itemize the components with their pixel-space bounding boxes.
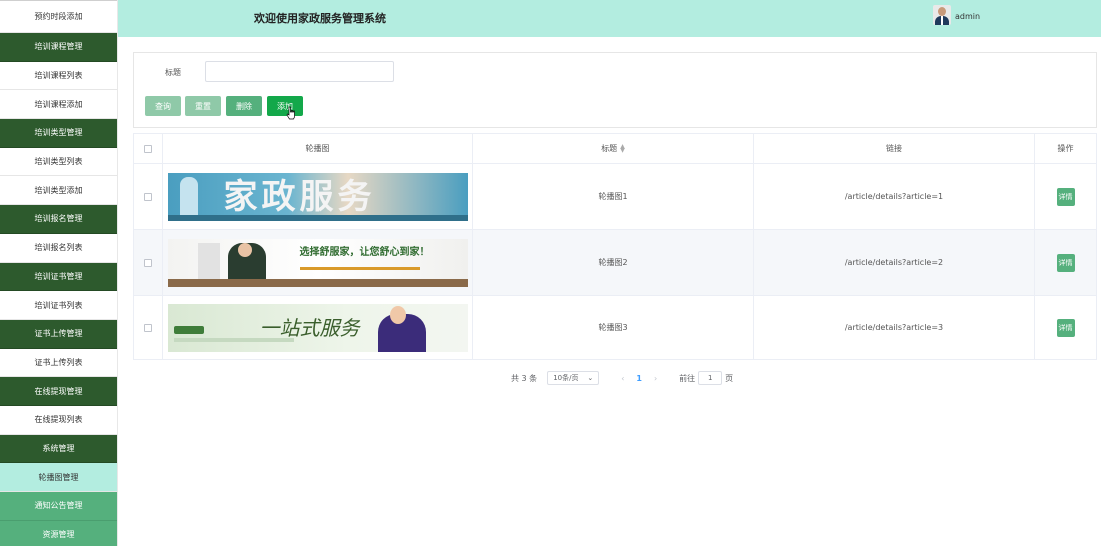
add-button[interactable]: 添加 xyxy=(267,96,303,116)
goto-label: 前往 xyxy=(679,373,696,383)
sidebar-item-type-list[interactable]: 培训类型列表 xyxy=(0,147,117,177)
sort-icon[interactable]: ▲ ▼ xyxy=(620,143,625,153)
goto-page-input[interactable]: 1 xyxy=(698,371,723,385)
page-size-value: 10条/页 xyxy=(553,374,579,382)
prev-page-icon[interactable]: ‹ xyxy=(621,374,624,383)
sidebar: 预约时段添加 培训课程管理 培训课程列表 培训课程添加 培训类型管理 培训类型列… xyxy=(0,0,118,546)
banner-figure xyxy=(179,176,198,217)
detail-button[interactable]: 详情 xyxy=(1056,318,1075,337)
sidebar-item-course-list[interactable]: 培训课程列表 xyxy=(0,61,117,91)
page-title: 欢迎使用家政服务管理系统 xyxy=(254,12,386,25)
sidebar-item-upload-list[interactable]: 证书上传列表 xyxy=(0,348,117,378)
username[interactable]: admin xyxy=(955,12,980,21)
pagination-total: 共 3 条 xyxy=(511,373,538,383)
page-number-current[interactable]: 1 xyxy=(636,374,642,383)
chevron-down-icon: ⌄ xyxy=(587,374,594,382)
header-check-cell xyxy=(134,134,163,163)
row-image-cell: 一站式服务 xyxy=(163,296,473,359)
search-title-input[interactable] xyxy=(205,61,394,82)
avatar[interactable] xyxy=(933,5,951,25)
banner-bar xyxy=(167,214,468,221)
next-page-icon[interactable]: › xyxy=(654,374,657,383)
banner-face xyxy=(237,242,252,257)
top-header: 欢迎使用家政服务管理系统 admin xyxy=(118,0,1101,37)
row-check-cell xyxy=(134,296,163,359)
sidebar-group-certificate[interactable]: 培训证书管理 xyxy=(0,262,117,292)
search-title-label: 标题 xyxy=(165,68,181,77)
row-title: 轮播图2 xyxy=(473,230,754,295)
row-checkbox[interactable] xyxy=(144,258,152,267)
sidebar-group-system[interactable]: 系统管理 xyxy=(0,434,117,464)
table-row: 家政服务 轮播图1 /article/details?article=1 详情 xyxy=(134,164,1096,230)
reset-button[interactable]: 重置 xyxy=(185,96,221,116)
row-image-cell: 家政服务 xyxy=(163,164,473,229)
hand-cursor-icon xyxy=(286,106,295,120)
sidebar-item-certificate-list[interactable]: 培训证书列表 xyxy=(0,291,117,320)
table-row: 一站式服务 轮播图3 /article/details?article=3 详情 xyxy=(134,296,1096,360)
sidebar-item-notice[interactable]: 通知公告管理 xyxy=(0,492,117,521)
header-title-label: 标题 xyxy=(601,144,618,153)
select-all-checkbox[interactable] xyxy=(144,144,152,153)
sidebar-item-slot-add[interactable]: 预约时段添加 xyxy=(0,0,117,33)
row-checkbox[interactable] xyxy=(144,323,152,332)
page-size-select[interactable]: 10条/页 ⌄ xyxy=(547,371,600,385)
row-link: /article/details?article=3 xyxy=(754,296,1035,359)
banner-strip xyxy=(299,266,420,270)
row-title: 轮播图1 xyxy=(473,164,754,229)
detail-button[interactable]: 详情 xyxy=(1056,253,1075,272)
query-button[interactable]: 查询 xyxy=(145,96,181,116)
table-header-row: 轮播图 标题 ▲ ▼ 链接 操作 xyxy=(134,134,1096,164)
avatar-shirt xyxy=(941,16,943,25)
banner-text: 家政服务 xyxy=(223,176,376,217)
banner-badge xyxy=(173,325,204,334)
row-op-cell: 详情 xyxy=(1035,164,1096,229)
delete-button[interactable]: 删除 xyxy=(226,96,262,116)
sidebar-group-enroll[interactable]: 培训报名管理 xyxy=(0,205,117,234)
sidebar-item-resource[interactable]: 资源管理 xyxy=(0,520,117,546)
sidebar-item-enroll-list[interactable]: 培训报名列表 xyxy=(0,233,117,263)
avatar-head xyxy=(938,7,946,16)
banner-table: 轮播图 标题 ▲ ▼ 链接 操作 家政服务 轮播图1 /article/detai… xyxy=(133,133,1097,360)
sidebar-item-withdraw-list[interactable]: 在线提现列表 xyxy=(0,405,117,435)
sidebar-group-course[interactable]: 培训课程管理 xyxy=(0,33,117,62)
banner-image-1: 家政服务 xyxy=(167,172,468,221)
goto-page-suffix: 页 xyxy=(725,373,734,383)
row-check-cell xyxy=(134,164,163,229)
row-link: /article/details?article=2 xyxy=(754,230,1035,295)
row-link: /article/details?article=1 xyxy=(754,164,1035,229)
search-panel: 标题 查询 重置 删除 添加 xyxy=(133,52,1097,128)
detail-button[interactable]: 详情 xyxy=(1056,187,1075,206)
banner-text: 一站式服务 xyxy=(259,315,360,340)
banner-face xyxy=(389,305,406,324)
banner-text: 选择舒服家，让您舒心到家！ xyxy=(299,246,430,258)
banner-image-3: 一站式服务 xyxy=(167,303,468,352)
row-checkbox[interactable] xyxy=(144,192,152,201)
row-title: 轮播图3 xyxy=(473,296,754,359)
banner-shelf xyxy=(197,242,220,283)
row-op-cell: 详情 xyxy=(1035,296,1096,359)
sidebar-item-type-add[interactable]: 培训类型添加 xyxy=(0,176,117,206)
header-image: 轮播图 xyxy=(163,134,473,163)
row-op-cell: 详情 xyxy=(1035,230,1096,295)
sidebar-group-withdraw[interactable]: 在线提现管理 xyxy=(0,377,117,406)
main-content: 标题 查询 重置 删除 添加 轮播图 标题 ▲ ▼ 链接 操作 家政服务 轮播图… xyxy=(118,37,1101,546)
sidebar-item-banner[interactable]: 轮播图管理 xyxy=(0,463,117,492)
header-operation: 操作 xyxy=(1057,144,1074,153)
banner-floor xyxy=(167,278,468,287)
row-image-cell: 选择舒服家，让您舒心到家！ xyxy=(163,230,473,295)
sidebar-group-upload[interactable]: 证书上传管理 xyxy=(0,319,117,349)
sidebar-item-course-add[interactable]: 培训课程添加 xyxy=(0,90,117,120)
header-title[interactable]: 标题 ▲ ▼ xyxy=(473,134,754,163)
row-check-cell xyxy=(134,230,163,295)
pagination: 共 3 条 10条/页 ⌄ ‹ 1 › 前往 1 页 xyxy=(511,371,733,385)
table-row: 选择舒服家，让您舒心到家！ 轮播图2 /article/details?arti… xyxy=(134,230,1096,296)
sidebar-group-type[interactable]: 培训类型管理 xyxy=(0,119,117,148)
header-link: 链接 xyxy=(754,134,1035,163)
banner-image-2: 选择舒服家，让您舒心到家！ xyxy=(167,238,468,287)
